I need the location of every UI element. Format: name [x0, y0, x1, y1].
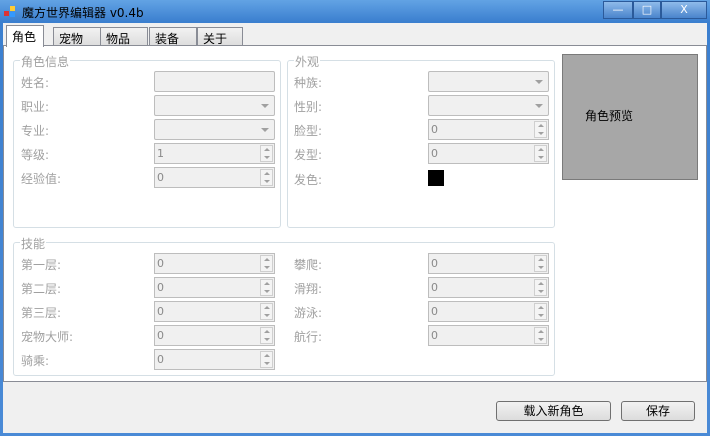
spin-buttons[interactable] [260, 255, 273, 272]
skill-value: 0 [431, 329, 438, 342]
minimize-button[interactable]: — [603, 1, 633, 19]
spin-buttons[interactable] [534, 121, 547, 138]
skill-value: 0 [157, 281, 164, 294]
gender-label: 性别: [294, 100, 323, 114]
spin-buttons[interactable] [534, 303, 547, 320]
group-appearance: 外观 种族: 性别: 脸型: 0 发型: 0 发色: [287, 53, 555, 228]
skill-value: 0 [431, 281, 438, 294]
level-label: 等级: [21, 148, 50, 162]
skill-value: 0 [157, 329, 164, 342]
maximize-button[interactable]: □ [633, 1, 661, 19]
skill-value: 0 [431, 305, 438, 318]
name-input[interactable] [154, 71, 275, 92]
skill-stepper[interactable]: 0 [428, 301, 549, 322]
skill-label: 第三层: [21, 306, 62, 320]
hair-color-swatch[interactable] [428, 170, 444, 186]
race-label: 种族: [294, 76, 323, 90]
app-icon [4, 6, 17, 17]
tab-character[interactable]: 角色 [6, 25, 44, 47]
app-window: 魔方世界编辑器 v0.4b — □ X 角色 宠物 物品 装备 关于 角色信息 … [0, 0, 710, 436]
skill-label: 攀爬: [294, 258, 323, 272]
skill-stepper[interactable]: 0 [154, 277, 275, 298]
client-area: 角色 宠物 物品 装备 关于 角色信息 姓名: 职业: 专业: 等级: 1 经验… [3, 23, 707, 433]
spin-buttons[interactable] [534, 255, 547, 272]
tab-panel-character: 角色信息 姓名: 职业: 专业: 等级: 1 经验值: 0 外观 种族: 性别:… [3, 45, 707, 382]
spin-buttons[interactable] [260, 169, 273, 186]
skill-stepper[interactable]: 0 [154, 349, 275, 370]
spin-buttons[interactable] [534, 145, 547, 162]
hair-color-label: 发色: [294, 173, 323, 187]
chevron-down-icon [261, 104, 269, 108]
skill-label: 第一层: [21, 258, 62, 272]
character-preview: 角色预览 [562, 54, 698, 180]
skill-label: 第二层: [21, 282, 62, 296]
spin-buttons[interactable] [260, 303, 273, 320]
skill-stepper[interactable]: 0 [428, 277, 549, 298]
skill-stepper[interactable]: 0 [154, 325, 275, 346]
spin-buttons[interactable] [260, 279, 273, 296]
skill-value: 0 [157, 353, 164, 366]
face-stepper[interactable]: 0 [428, 119, 549, 140]
spin-buttons[interactable] [260, 327, 273, 344]
skill-value: 0 [157, 257, 164, 270]
spin-buttons[interactable] [260, 145, 273, 162]
skill-label: 滑翔: [294, 282, 323, 296]
specialization-label: 专业: [21, 124, 50, 138]
preview-label: 角色预览 [585, 109, 634, 123]
skill-stepper[interactable]: 0 [428, 253, 549, 274]
skill-stepper[interactable]: 0 [428, 325, 549, 346]
spin-buttons[interactable] [534, 279, 547, 296]
close-button[interactable]: X [661, 1, 707, 19]
chevron-down-icon [535, 104, 543, 108]
face-value: 0 [431, 123, 438, 136]
load-character-button[interactable]: 载入新角色 [496, 401, 611, 421]
experience-stepper[interactable]: 0 [154, 167, 275, 188]
skill-value: 0 [157, 305, 164, 318]
gender-select[interactable] [428, 95, 549, 116]
window-title: 魔方世界编辑器 v0.4b [22, 6, 144, 20]
chevron-down-icon [535, 80, 543, 84]
tab-about[interactable]: 关于 [197, 27, 243, 46]
skill-stepper[interactable]: 0 [154, 301, 275, 322]
name-label: 姓名: [21, 76, 50, 90]
skill-label: 游泳: [294, 306, 323, 320]
race-select[interactable] [428, 71, 549, 92]
class-label: 职业: [21, 100, 50, 114]
level-stepper[interactable]: 1 [154, 143, 275, 164]
skill-label: 航行: [294, 330, 323, 344]
class-select[interactable] [154, 95, 275, 116]
hair-value: 0 [431, 147, 438, 160]
spin-buttons[interactable] [534, 327, 547, 344]
level-value: 1 [157, 147, 164, 160]
skill-stepper[interactable]: 0 [154, 253, 275, 274]
group-skills: 技能 第一层: 0 第二层: 0 第三层: 0 宠物大师: 0 骑乘: 0 攀爬: 0 滑翔… [13, 235, 555, 376]
group-character-info: 角色信息 姓名: 职业: 专业: 等级: 1 经验值: 0 [13, 53, 281, 228]
tab-items[interactable]: 物品 [100, 27, 148, 46]
group-title: 角色信息 [20, 53, 71, 70]
hair-stepper[interactable]: 0 [428, 143, 549, 164]
experience-value: 0 [157, 171, 164, 184]
group-title: 技能 [20, 235, 47, 252]
chevron-down-icon [261, 128, 269, 132]
hair-label: 发型: [294, 148, 323, 162]
specialization-select[interactable] [154, 119, 275, 140]
skill-value: 0 [431, 257, 438, 270]
spin-buttons[interactable] [260, 351, 273, 368]
tab-pets[interactable]: 宠物 [53, 27, 101, 46]
experience-label: 经验值: [21, 172, 62, 186]
skill-label: 骑乘: [21, 354, 50, 368]
save-button[interactable]: 保存 [621, 401, 695, 421]
tab-equipment[interactable]: 装备 [149, 27, 197, 46]
skill-label: 宠物大师: [21, 330, 74, 344]
face-label: 脸型: [294, 124, 323, 138]
group-title: 外观 [294, 53, 321, 70]
